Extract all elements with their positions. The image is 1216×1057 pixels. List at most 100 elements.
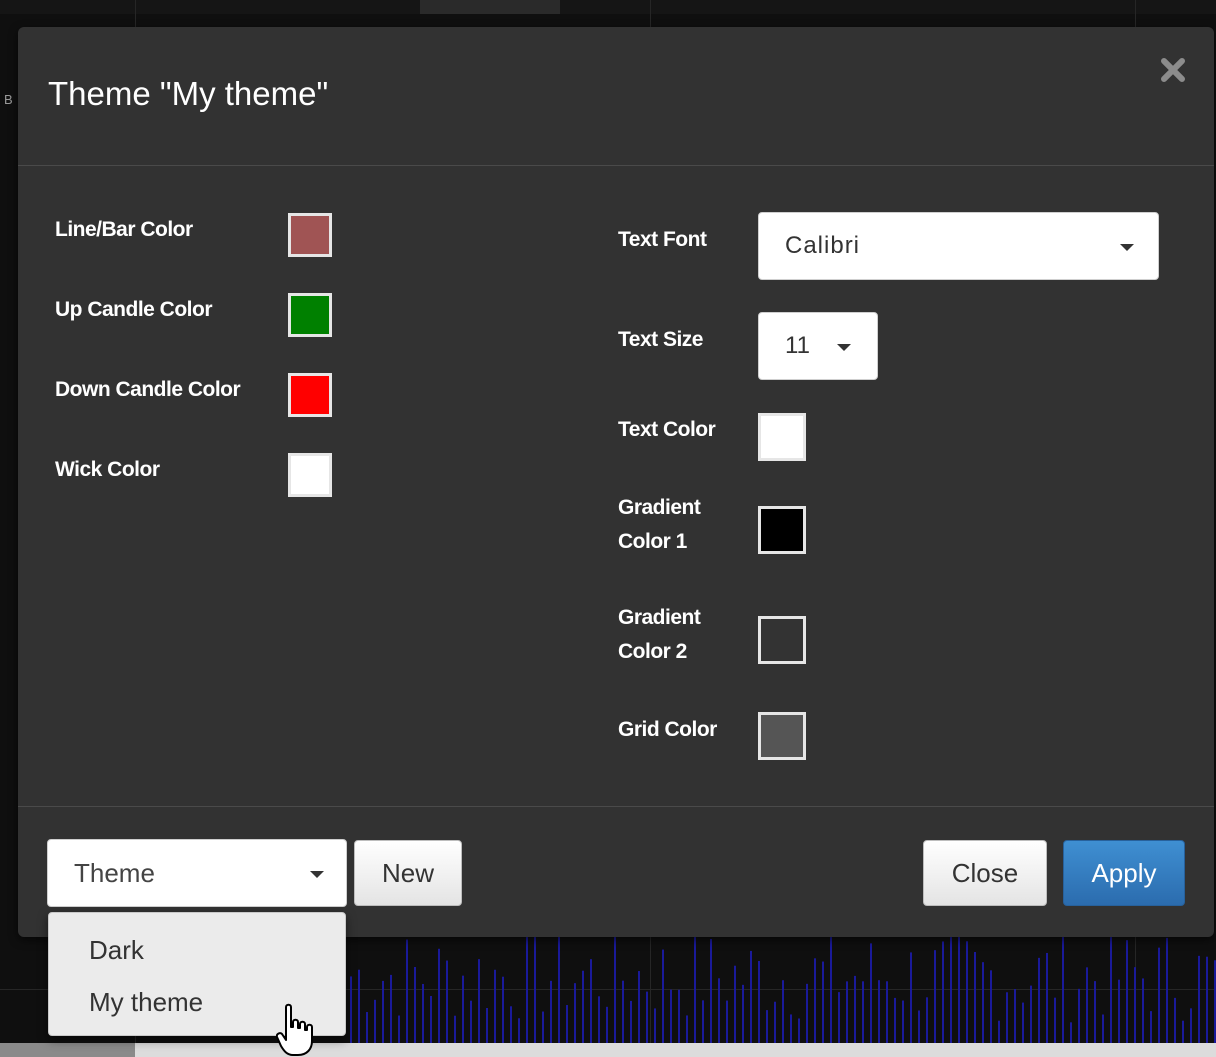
theme-select[interactable]: Theme	[47, 839, 347, 907]
volume-bar	[1014, 989, 1016, 1043]
volume-bar	[1134, 967, 1136, 1043]
volume-bar	[798, 1018, 800, 1043]
volume-bar	[486, 1007, 488, 1043]
volume-bar	[518, 1018, 520, 1043]
text-size-label: Text Size	[618, 328, 703, 351]
line-bar-color-swatch[interactable]	[288, 213, 332, 257]
gradient-color-1-swatch[interactable]	[758, 506, 806, 554]
volume-bar	[894, 997, 896, 1043]
gradient-color-2-label: Gradient Color 2	[618, 601, 701, 669]
theme-option-dark[interactable]: Dark	[49, 926, 345, 974]
volume-bar	[534, 930, 536, 1043]
gradient-color-2-swatch[interactable]	[758, 616, 806, 664]
volume-bar	[1126, 940, 1128, 1043]
volume-bar	[718, 978, 720, 1043]
volume-bar	[510, 1006, 512, 1043]
volume-bar	[710, 939, 712, 1043]
volume-bar	[910, 952, 912, 1043]
volume-bar	[742, 984, 744, 1043]
volume-bar	[758, 960, 760, 1043]
volume-bar	[734, 965, 736, 1043]
volume-bar	[470, 1000, 472, 1043]
volume-bar	[766, 1010, 768, 1043]
volume-bar	[942, 941, 944, 1043]
background-timeline-left	[0, 1043, 135, 1057]
volume-bar	[830, 932, 832, 1043]
close-icon[interactable]	[1160, 57, 1186, 83]
volume-bar	[1198, 955, 1200, 1043]
volume-bar	[446, 960, 448, 1043]
volume-bar	[478, 959, 480, 1043]
gradient-color-1-label: Gradient Color 1	[618, 491, 701, 559]
volume-bar	[630, 1000, 632, 1043]
volume-bar	[1190, 1008, 1192, 1043]
up-candle-color-label: Up Candle Color	[55, 298, 213, 321]
background-edge-glyph: B	[4, 92, 13, 107]
background-timeline	[0, 1043, 1216, 1057]
volume-bar	[990, 970, 992, 1043]
volume-bar	[502, 976, 504, 1043]
volume-bar	[686, 1015, 688, 1043]
volume-bar	[1022, 1002, 1024, 1043]
volume-bar	[406, 939, 408, 1043]
chevron-down-icon	[837, 344, 851, 351]
volume-bar	[1054, 997, 1056, 1043]
volume-bar	[1118, 979, 1120, 1043]
wick-color-label: Wick Color	[55, 458, 160, 481]
volume-bar	[574, 983, 576, 1043]
volume-bar	[550, 980, 552, 1043]
volume-bar	[422, 983, 424, 1043]
volume-bar	[886, 981, 888, 1043]
volume-bar	[1182, 1020, 1184, 1043]
volume-bar	[790, 1014, 792, 1043]
volume-bar	[526, 933, 528, 1043]
background-tab	[420, 0, 560, 14]
volume-bar	[878, 980, 880, 1043]
volume-bar	[814, 958, 816, 1043]
text-size-select[interactable]: 11	[758, 312, 878, 380]
volume-bar	[1102, 1014, 1104, 1043]
volume-bar	[1094, 981, 1096, 1043]
volume-bar	[358, 969, 360, 1043]
theme-modal: Theme "My theme" Line/Bar Color Up Candl…	[18, 27, 1214, 937]
volume-bar	[782, 980, 784, 1043]
volume-bar	[822, 961, 824, 1043]
volume-bar	[414, 967, 416, 1043]
modal-title: Theme "My theme"	[48, 75, 329, 112]
text-font-select[interactable]: Calibri	[758, 212, 1159, 280]
grid-color-label: Grid Color	[618, 718, 717, 741]
volume-bar	[1206, 956, 1208, 1043]
volume-bar	[1142, 978, 1144, 1043]
wick-color-swatch[interactable]	[288, 453, 332, 497]
grid-color-swatch[interactable]	[758, 712, 806, 760]
volume-bar	[582, 970, 584, 1043]
volume-bar	[854, 975, 856, 1043]
volume-bar	[462, 975, 464, 1043]
volume-bar	[958, 934, 960, 1043]
volume-bar	[590, 959, 592, 1043]
volume-bar	[542, 1011, 544, 1043]
volume-bar	[1070, 1022, 1072, 1043]
text-size-value: 11	[785, 332, 810, 359]
chevron-down-icon	[1120, 244, 1134, 251]
volume-bar	[1150, 1011, 1152, 1043]
modal-header: Theme "My theme"	[18, 27, 1214, 166]
up-candle-color-swatch[interactable]	[288, 293, 332, 337]
gradient-color-2-label-line1: Gradient	[618, 606, 701, 629]
volume-bar	[678, 989, 680, 1043]
text-color-swatch[interactable]	[758, 413, 806, 461]
down-candle-color-label: Down Candle Color	[55, 378, 241, 401]
close-button[interactable]: Close	[923, 840, 1047, 906]
text-font-label: Text Font	[618, 228, 707, 251]
volume-bar	[1078, 988, 1080, 1043]
apply-button[interactable]: Apply	[1063, 840, 1185, 906]
down-candle-color-swatch[interactable]	[288, 373, 332, 417]
volume-bar	[926, 997, 928, 1043]
gradient-color-1-label-line1: Gradient	[618, 496, 701, 519]
gradient-color-1-label-line2: Color 1	[618, 530, 687, 553]
volume-bar	[662, 949, 664, 1043]
volume-bar	[670, 989, 672, 1043]
volume-bar	[366, 1012, 368, 1043]
new-theme-button[interactable]: New	[354, 840, 462, 906]
volume-bar	[374, 999, 376, 1043]
